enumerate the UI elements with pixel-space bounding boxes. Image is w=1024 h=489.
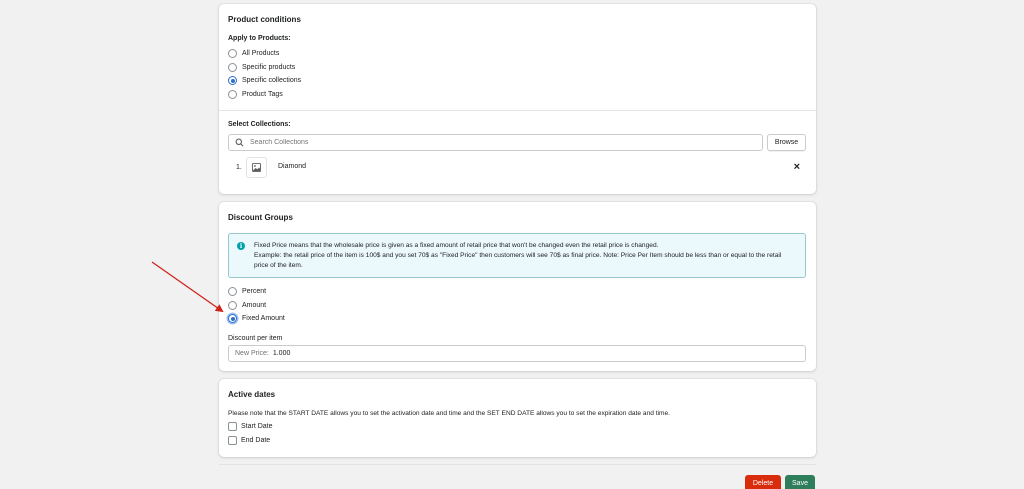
radio-fixed-amount[interactable]: Fixed Amount [228,312,285,326]
active-dates-card: Active dates Please note that the START … [219,379,816,457]
end-date-label: End Date [241,436,271,444]
radio-circle[interactable] [228,300,237,310]
radio-specific-products[interactable]: Specific products [228,61,301,75]
info-line-1: Fixed Price means that the wholesale pri… [254,242,659,249]
active-dates-note: Please note that the START DATE allows y… [228,410,671,417]
product-conditions-card: Product conditions Apply to Products: Al… [219,4,816,194]
radio-circle-checked[interactable] [228,314,237,324]
new-price-value[interactable]: 1.000 [273,350,291,357]
discount-per-item-label: Discount per item [228,335,283,342]
radio-circle[interactable] [228,49,237,59]
radio-label: Specific products [242,63,296,71]
collection-thumbnail [246,157,267,178]
info-line-2: Example: the retail price of the item is… [254,252,782,269]
radio-specific-collections[interactable]: Specific collections [228,74,301,88]
date-options: Start Date End Date [228,420,273,447]
discount-groups-title: Discount Groups [228,213,293,222]
product-conditions-title: Product conditions [228,15,301,24]
select-collections-label: Select Collections: [228,121,291,128]
radio-label: Product Tags [242,90,283,98]
close-icon[interactable]: × [794,160,800,174]
collection-index: 1. [236,164,242,171]
radio-circle[interactable] [228,62,237,72]
radio-label: Specific collections [242,77,302,85]
apply-options: All Products Specific products Specific … [228,47,301,101]
radio-product-tags[interactable]: Product Tags [228,88,301,102]
search-collections-input[interactable] [250,139,730,146]
section-divider [219,110,816,111]
start-date-label: Start Date [241,423,273,431]
radio-label: Percent [242,288,267,296]
start-date-checkbox[interactable] [228,422,237,432]
radio-circle[interactable] [228,89,237,99]
browse-button[interactable]: Browse [767,134,806,151]
fixed-price-info-banner: i Fixed Price means that the wholesale p… [228,233,806,278]
arrow-line [151,261,224,313]
radio-circle-checked[interactable] [228,76,237,86]
discount-groups-card: Discount Groups i Fixed Price means that… [219,202,816,371]
end-date-checkbox-row[interactable]: End Date [228,434,273,448]
discount-type-options: Percent Amount Fixed Amount [228,285,285,326]
radio-circle[interactable] [228,287,237,297]
radio-label: Amount [242,301,267,309]
save-button[interactable]: Save [785,475,815,489]
radio-amount[interactable]: Amount [228,299,285,313]
radio-label: Fixed Amount [242,315,285,323]
image-placeholder-icon [252,163,261,172]
search-collections-field[interactable] [228,134,763,151]
search-icon [235,138,244,147]
radio-all-products[interactable]: All Products [228,47,301,61]
apply-to-products-label: Apply to Products: [228,35,291,42]
collection-list-item: 1. Diamond × [228,156,806,179]
radio-percent[interactable]: Percent [228,285,285,299]
info-banner-text: Fixed Price means that the wholesale pri… [254,241,797,271]
collection-name: Diamond [278,163,307,170]
info-icon: i [237,242,245,250]
end-date-checkbox[interactable] [228,435,237,445]
active-dates-title: Active dates [228,390,276,399]
new-price-prefix: New Price: [235,350,269,357]
start-date-checkbox-row[interactable]: Start Date [228,420,273,434]
delete-button[interactable]: Delete [745,475,781,489]
radio-label: All Products [242,50,280,58]
new-price-field[interactable]: New Price: 1.000 [228,345,806,362]
footer-divider [219,464,816,465]
